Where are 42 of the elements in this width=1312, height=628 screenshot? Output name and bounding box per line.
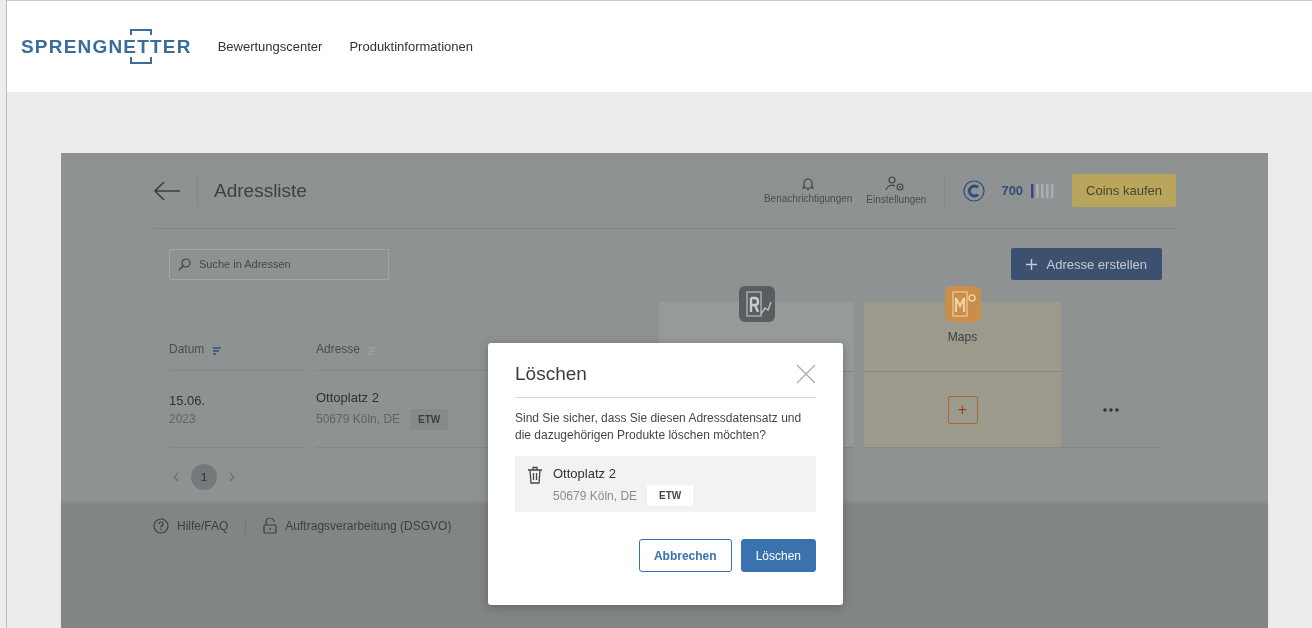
- help-link[interactable]: Hilfe/FAQ: [177, 519, 229, 533]
- plus-icon: [1025, 258, 1037, 270]
- sort-icon[interactable]: [212, 346, 223, 356]
- date-text: 15.06.: [169, 393, 207, 408]
- maps-app-icon: [944, 286, 981, 322]
- page-title: Adressliste: [197, 174, 307, 207]
- search-field[interactable]: Suche in Adressen: [169, 248, 389, 280]
- property-tag: ETW: [647, 485, 694, 506]
- coin-balance: 700: [1001, 183, 1024, 198]
- report-app-icon: [738, 286, 775, 322]
- close-icon[interactable]: [796, 364, 816, 384]
- chevron-right-icon[interactable]: [229, 472, 235, 482]
- data-processing-link[interactable]: Auftragsverarbeitung (DSGVO): [285, 519, 452, 533]
- back-arrow-icon[interactable]: [153, 180, 181, 201]
- property-tag: ETW: [410, 408, 449, 430]
- bell-icon[interactable]: [802, 177, 815, 191]
- city-text: 50679 Köln, DE: [553, 488, 638, 503]
- more-icon[interactable]: [1103, 407, 1119, 412]
- chevron-left-icon[interactable]: [173, 472, 179, 482]
- nav-link[interactable]: Bewertungscenter: [217, 39, 323, 54]
- create-address-button[interactable]: Adresse erstellen: [1010, 248, 1162, 280]
- dialog-message: Sind Sie sicher, dass Sie diesen Adressdatensatz und die dazugehörigen Produkte löschen möchten?: [515, 410, 803, 444]
- dialog-title: Löschen: [515, 363, 587, 385]
- search-icon: [178, 257, 191, 271]
- street-text: Ottoplatz 2: [553, 466, 617, 481]
- notifications-label[interactable]: Benachrichtigungen: [763, 193, 853, 204]
- coin-icon: [963, 179, 986, 202]
- street-text: Ottoplatz 2: [316, 389, 380, 405]
- add-product-button[interactable]: +: [947, 395, 978, 424]
- lock-icon[interactable]: [263, 518, 278, 534]
- delete-button[interactable]: Löschen: [740, 539, 816, 572]
- product-label: Maps: [947, 330, 978, 344]
- nav-link[interactable]: Produktinformationen: [349, 39, 473, 54]
- settings-label[interactable]: Einstellungen: [866, 194, 927, 205]
- buy-coins-button[interactable]: Coins kaufen: [1072, 174, 1176, 207]
- column-header[interactable]: Adresse: [316, 342, 361, 356]
- logo: SPRENGNETTER: [21, 26, 192, 67]
- column-header[interactable]: Datum: [169, 342, 205, 356]
- page-button[interactable]: 1: [191, 464, 217, 490]
- trash-icon: [527, 466, 543, 484]
- help-icon[interactable]: [153, 518, 169, 534]
- cancel-button[interactable]: Abbrechen: [638, 539, 732, 572]
